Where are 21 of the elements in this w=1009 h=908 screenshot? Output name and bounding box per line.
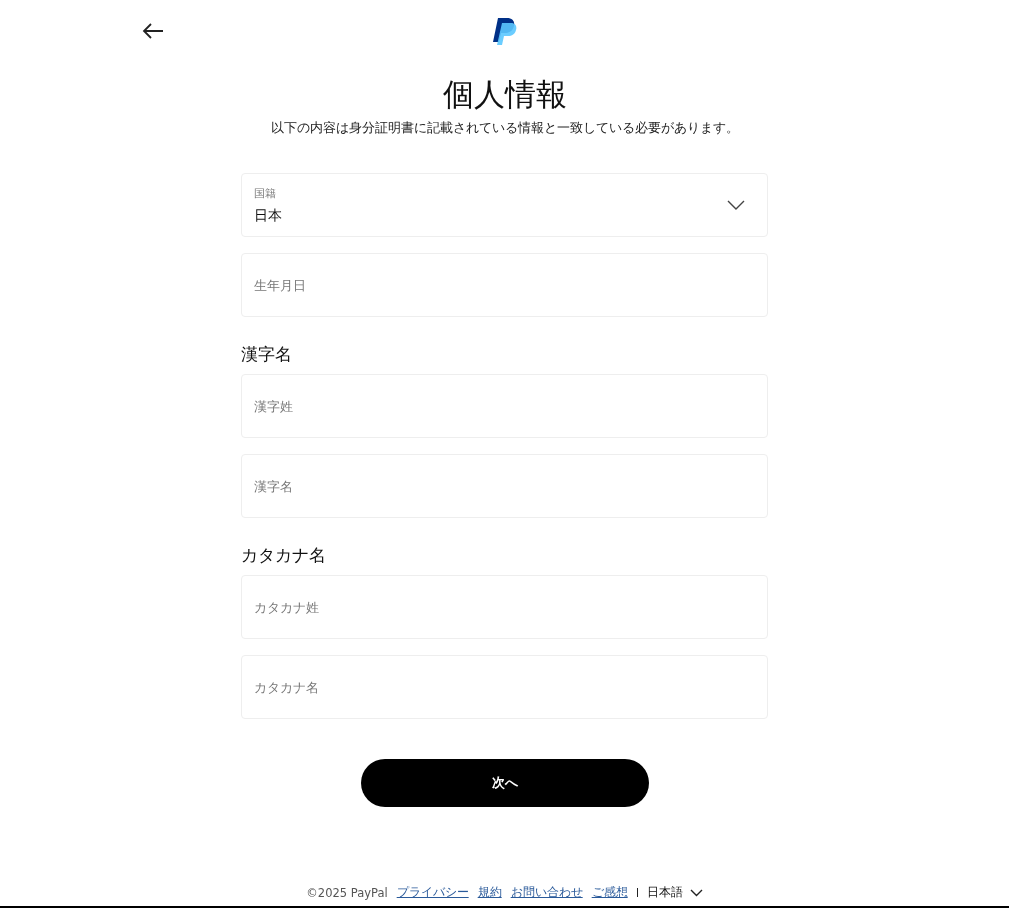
- section-heading: 漢字名: [241, 343, 293, 366]
- chevron-down-icon: [689, 888, 703, 897]
- input-field[interactable]: 漢字姓: [241, 374, 768, 438]
- language-select[interactable]: 日本語: [646, 885, 703, 900]
- nationality-select[interactable]: 国籍 日本: [241, 173, 768, 237]
- footer-link[interactable]: お問い合わせ: [510, 885, 583, 900]
- subtitle-text: 以下の内容は身分証明書に記載されている情報と一致している必要があります。: [270, 120, 739, 137]
- page-title: 個人情報: [442, 75, 567, 114]
- footer-link[interactable]: 規約: [477, 885, 502, 900]
- input-field[interactable]: カタカナ名: [241, 655, 768, 719]
- input-field[interactable]: カタカナ姓: [241, 575, 768, 639]
- chevron-down-icon: [727, 200, 745, 210]
- input-field[interactable]: 生年月日: [241, 253, 768, 317]
- logo-icon: [491, 16, 518, 48]
- footer-link[interactable]: ご感想: [591, 885, 628, 900]
- back-arrow-icon[interactable]: [142, 22, 164, 40]
- section-heading: カタカナ名: [241, 544, 327, 567]
- next-button[interactable]: 次へ: [360, 759, 649, 807]
- copyright-text: ©2025 PayPal: [306, 885, 388, 900]
- input-field[interactable]: 漢字名: [241, 454, 768, 518]
- footer-link[interactable]: プライバシー: [396, 885, 469, 900]
